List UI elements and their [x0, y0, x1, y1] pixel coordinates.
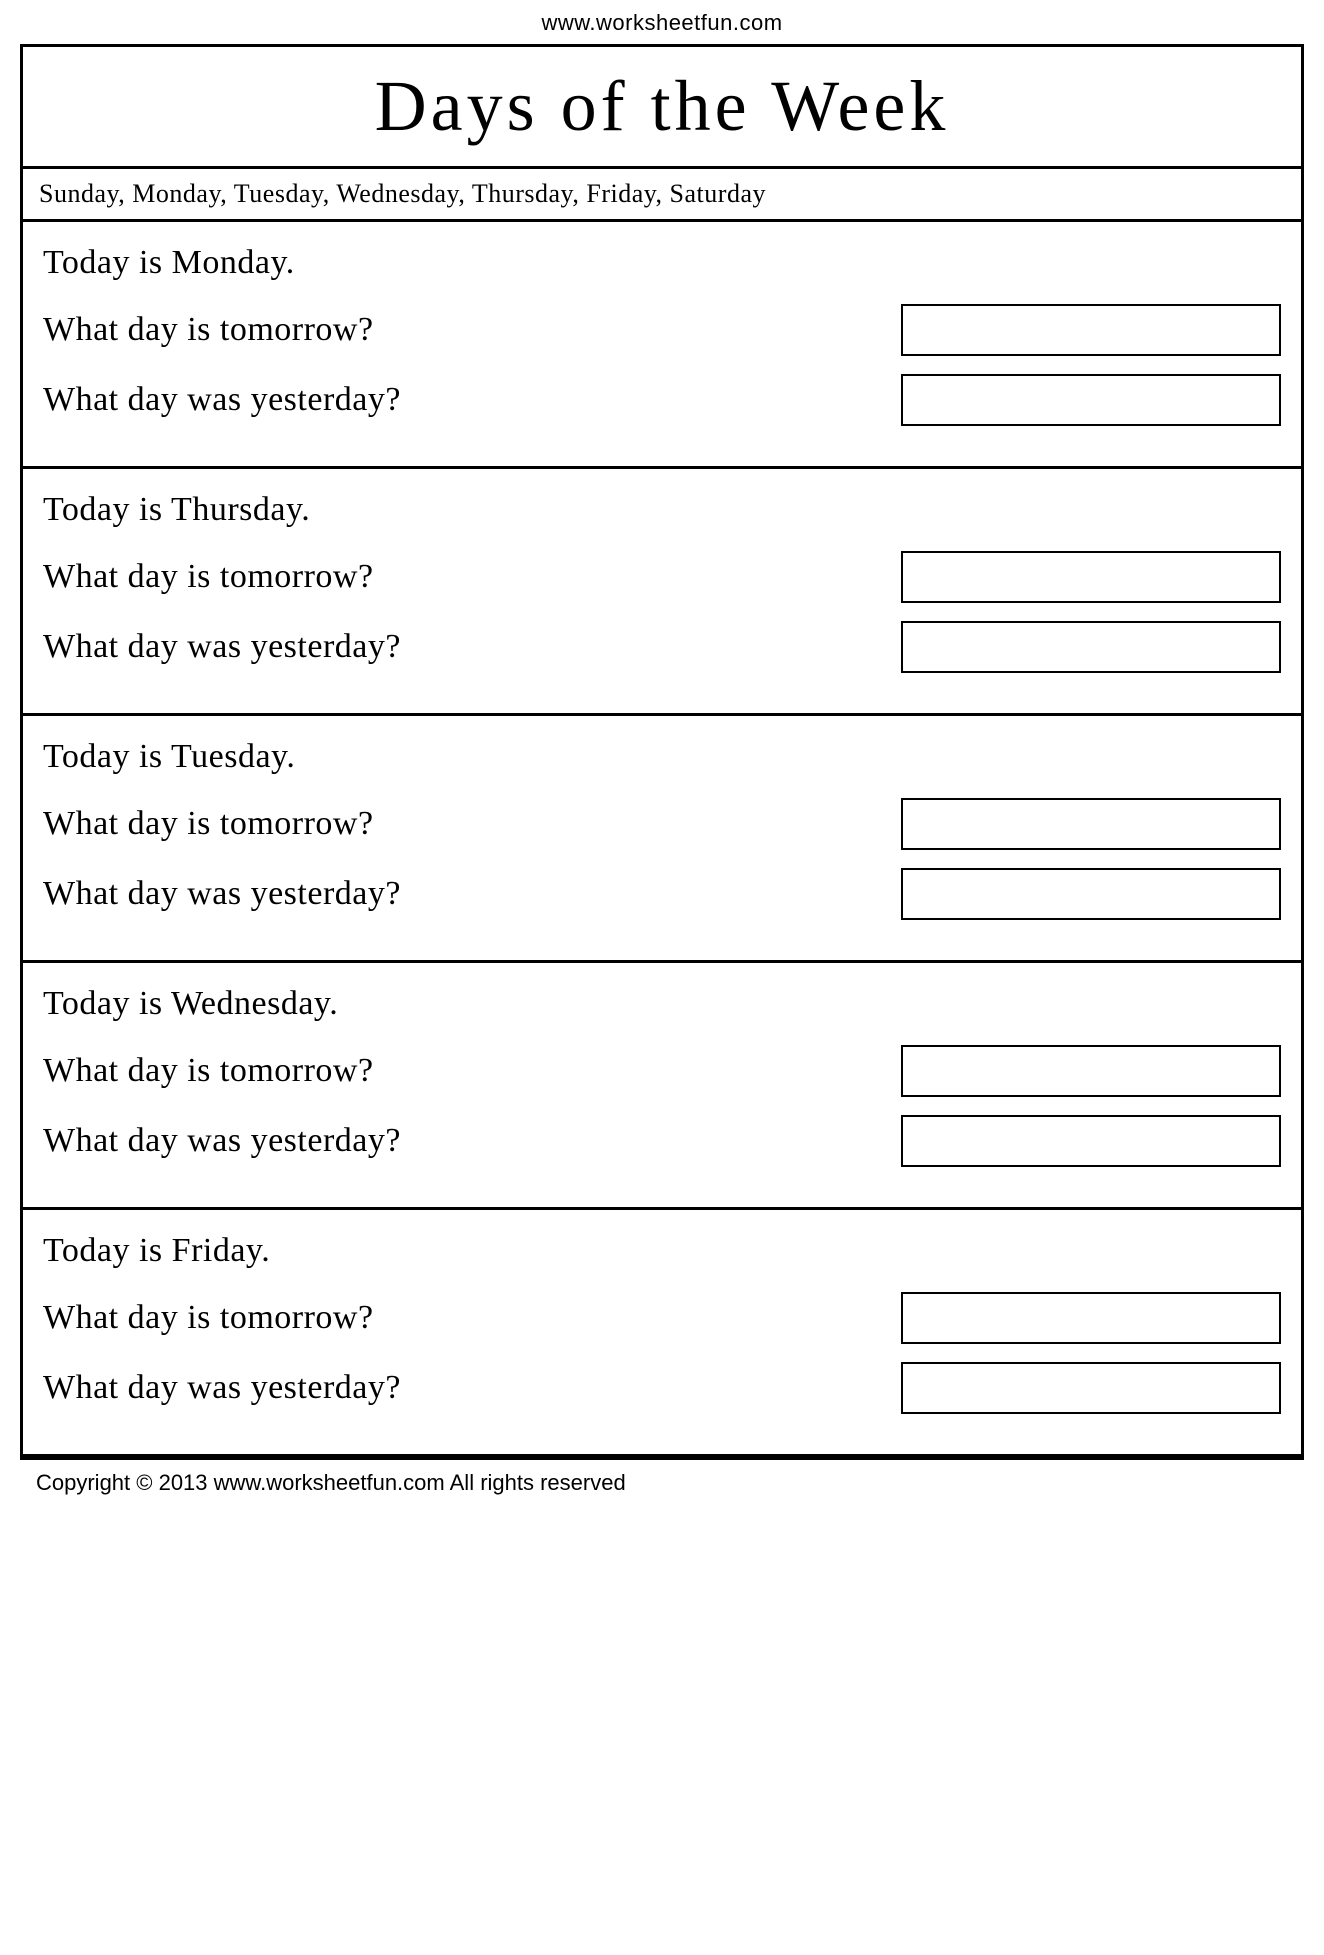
question-text-1-1: What day was yesterday?: [43, 628, 401, 666]
question-row-4-0: What day is tomorrow?: [43, 1292, 1281, 1344]
question-text-1-0: What day is tomorrow?: [43, 558, 374, 596]
question-row-1-0: What day is tomorrow?: [43, 551, 1281, 603]
copyright-section: Copyright © 2013 www.worksheetfun.com Al…: [20, 1457, 1304, 1506]
answer-box-1-0[interactable]: [901, 551, 1281, 603]
exercise-section-4: Today is Friday. What day is tomorrow? Wha…: [23, 1210, 1301, 1454]
question-text-2-0: What day is tomorrow?: [43, 805, 374, 843]
question-row-2-0: What day is tomorrow?: [43, 798, 1281, 850]
exercise-section-0: Today is Monday. What day is tomorrow? Wha…: [23, 222, 1301, 469]
answer-box-3-1[interactable]: [901, 1115, 1281, 1167]
question-text-3-0: What day is tomorrow?: [43, 1052, 374, 1090]
exercise-section-1: Today is Thursday. What day is tomorrow? W…: [23, 469, 1301, 716]
question-row-3-0: What day is tomorrow?: [43, 1045, 1281, 1097]
exercise-section-3: Today is Wednesday. What day is tomorrow?…: [23, 963, 1301, 1210]
days-list-section: Sunday, Monday, Tuesday, Wednesday, Thur…: [23, 169, 1301, 222]
today-statement-2: Today is Tuesday.: [43, 738, 1281, 776]
question-text-3-1: What day was yesterday?: [43, 1122, 401, 1160]
answer-box-2-0[interactable]: [901, 798, 1281, 850]
answer-box-2-1[interactable]: [901, 868, 1281, 920]
question-row-1-1: What day was yesterday?: [43, 621, 1281, 673]
today-statement-3: Today is Wednesday.: [43, 985, 1281, 1023]
main-container: Days of the Week Sunday, Monday, Tuesday…: [20, 44, 1304, 1457]
question-row-4-1: What day was yesterday?: [43, 1362, 1281, 1414]
question-text-4-0: What day is tomorrow?: [43, 1299, 374, 1337]
answer-box-4-1[interactable]: [901, 1362, 1281, 1414]
website-url: www.worksheetfun.com: [541, 10, 782, 36]
today-statement-0: Today is Monday.: [43, 244, 1281, 282]
days-list-text: Sunday, Monday, Tuesday, Wednesday, Thur…: [39, 179, 766, 208]
question-text-2-1: What day was yesterday?: [43, 875, 401, 913]
today-statement-4: Today is Friday.: [43, 1232, 1281, 1270]
question-row-2-1: What day was yesterday?: [43, 868, 1281, 920]
answer-box-4-0[interactable]: [901, 1292, 1281, 1344]
today-statement-1: Today is Thursday.: [43, 491, 1281, 529]
answer-box-0-1[interactable]: [901, 374, 1281, 426]
answer-box-1-1[interactable]: [901, 621, 1281, 673]
question-text-0-1: What day was yesterday?: [43, 381, 401, 419]
question-row-3-1: What day was yesterday?: [43, 1115, 1281, 1167]
answer-box-0-0[interactable]: [901, 304, 1281, 356]
answer-box-3-0[interactable]: [901, 1045, 1281, 1097]
question-text-4-1: What day was yesterday?: [43, 1369, 401, 1407]
question-row-0-1: What day was yesterday?: [43, 374, 1281, 426]
worksheet-title: Days of the Week: [375, 66, 950, 146]
question-text-0-0: What day is tomorrow?: [43, 311, 374, 349]
copyright-text: Copyright © 2013 www.worksheetfun.com Al…: [36, 1470, 626, 1495]
title-section: Days of the Week: [23, 47, 1301, 169]
question-row-0-0: What day is tomorrow?: [43, 304, 1281, 356]
exercise-section-2: Today is Tuesday. What day is tomorrow? Wh…: [23, 716, 1301, 963]
